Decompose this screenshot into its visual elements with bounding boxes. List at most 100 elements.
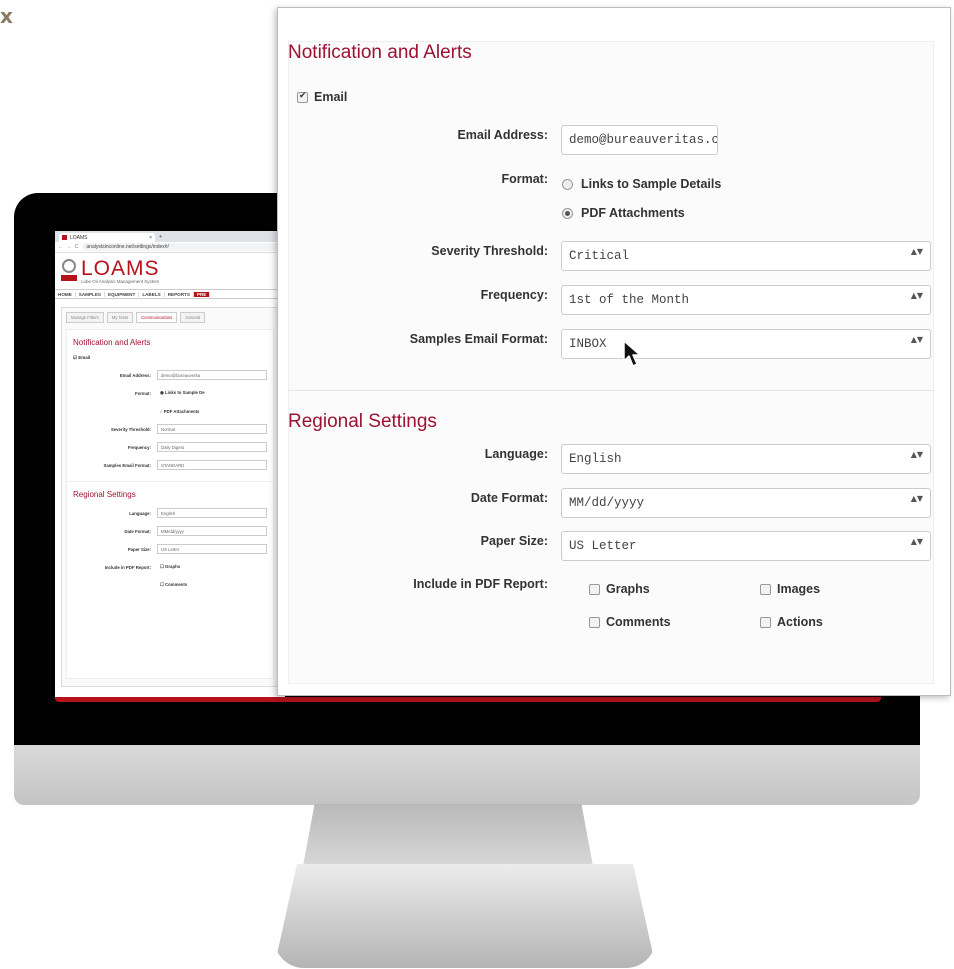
samples-email-format-select[interactable]: INBOX ▲▼ <box>561 329 931 359</box>
tab-general[interactable]: General <box>180 312 206 323</box>
select-value: INBOX <box>569 337 607 351</box>
small-form-row: Severity Threshold: Normal <box>73 423 267 435</box>
monitor-stand-base <box>274 864 656 968</box>
email-checkbox[interactable]: Email <box>297 90 347 104</box>
small-severity-select[interactable]: Normal <box>157 424 267 434</box>
mouse-pointer-icon <box>623 340 641 367</box>
select-value: English <box>569 452 622 466</box>
checkbox-unchecked-icon <box>760 583 771 595</box>
small-date-format-select[interactable]: MM/dd/yyyy <box>157 526 267 536</box>
small-format-radio[interactable]: ○ PDF Attachments <box>157 409 199 414</box>
format-option-label: Links to Sample Details <box>581 177 722 191</box>
small-email-checkbox[interactable]: ☑ Email <box>73 355 267 361</box>
small-form-row: ○ PDF Attachments <box>73 405 267 417</box>
date-format-select[interactable]: MM/dd/yyyy ▲▼ <box>561 488 931 518</box>
address-bar[interactable]: analystsinconline.net/settings/index#/ <box>82 243 282 251</box>
samples-email-format-label: Samples Email Format: <box>409 332 548 346</box>
images-checkbox[interactable]: Images <box>760 582 820 596</box>
nav-labels[interactable]: LABELS <box>139 291 165 297</box>
regional-section-title: Regional Settings <box>288 411 437 432</box>
browser-tab[interactable]: LOAMS × <box>59 233 155 242</box>
small-notifications-title: Notification and Alerts <box>73 338 151 347</box>
frequency-label: Frequency: <box>480 288 548 302</box>
email-address-input[interactable]: demo@bureauveritas.cor <box>561 125 718 155</box>
date-format-label: Date Format: <box>470 491 548 505</box>
app-logo-subtitle: Lube Oil Analysis Management System <box>81 278 160 284</box>
select-value: MM/dd/yyyy <box>569 496 645 510</box>
monitor-chin <box>14 745 920 805</box>
select-arrows-icon: ▲▼ <box>910 335 923 344</box>
select-arrows-icon: ▲▼ <box>910 450 923 459</box>
checkbox-checked-icon <box>297 91 308 103</box>
monitor-stand-neck <box>303 804 593 866</box>
small-graphs-checkbox[interactable]: ☐ Graphs <box>157 564 180 570</box>
small-samples-format-select[interactable]: STANDARD <box>157 460 267 470</box>
select-arrows-icon: ▲▼ <box>910 494 923 503</box>
format-radio-pdf[interactable]: PDF Attachments <box>562 206 685 220</box>
small-form-row: Include in PDF Report: ☐ Graphs <box>104 564 181 570</box>
radio-selected-icon <box>562 207 573 219</box>
browser-nav-icons[interactable]: ← → C <box>58 244 79 250</box>
marketing-illustration: x LOAMS × + ← → C analystsinconline.net/… <box>0 0 954 969</box>
paper-size-label: Paper Size: <box>480 534 548 548</box>
checkbox-label: Actions <box>777 615 823 629</box>
small-form-row: Format: ◉ Links to Sample De <box>135 390 205 396</box>
select-arrows-icon: ▲▼ <box>910 291 923 300</box>
small-regional-title: Regional Settings <box>73 490 136 499</box>
small-form-row: Date Format: MM/dd/yyyy <box>73 525 267 537</box>
small-language-select[interactable]: English <box>157 508 267 518</box>
severity-threshold-select[interactable]: Critical ▲▼ <box>561 241 931 271</box>
language-select[interactable]: English ▲▼ <box>561 444 931 474</box>
nav-equipment[interactable]: EQUIPMENT <box>105 291 140 297</box>
select-value: Critical <box>569 249 630 263</box>
small-paper-size-select[interactable]: US Letter <box>157 544 267 554</box>
bureau-veritas-logo-icon <box>61 259 77 283</box>
select-arrows-icon: ▲▼ <box>910 247 923 256</box>
format-radio-links[interactable]: Links to Sample Details <box>562 177 721 191</box>
checkbox-label: Comments <box>606 615 671 629</box>
new-tab-icon[interactable]: + <box>159 234 162 240</box>
tab-manage-filters[interactable]: Manage Filters <box>66 312 104 323</box>
small-frequency-select[interactable]: Daily Digest <box>157 442 267 452</box>
email-checkbox-label: Email <box>314 90 348 104</box>
small-format-radio[interactable]: ◉ Links to Sample De <box>157 390 205 396</box>
language-label: Language: <box>484 447 548 461</box>
nav-samples[interactable]: SAMPLES <box>76 291 105 297</box>
radio-unselected-icon <box>562 178 573 190</box>
nav-reports[interactable]: REPORTS <box>165 291 194 297</box>
small-email-input[interactable]: demo@bureauverita <box>157 370 267 380</box>
small-comments-checkbox[interactable]: ☐ Comments <box>157 582 187 588</box>
small-form-row: ☐ Comments <box>73 579 267 591</box>
settings-panel-zoomed: Notification and Alerts Email Email Addr… <box>277 7 951 696</box>
background-app-screen: LOAMS × + ← → C analystsinconline.net/se… <box>55 231 285 699</box>
tab-close-icon[interactable]: × <box>149 235 152 241</box>
app-header: LOAMS Lube Oil Analysis Management Syste… <box>55 253 285 289</box>
checkbox-label: Images <box>777 582 821 596</box>
settings-panel-small: Manage Filters My Tests Communications G… <box>61 307 279 687</box>
frequency-select[interactable]: 1st of the Month ▲▼ <box>561 285 931 315</box>
paper-size-select[interactable]: US Letter ▲▼ <box>561 531 931 561</box>
browser-address-row: ← → C analystsinconline.net/settings/ind… <box>55 242 285 253</box>
graphs-checkbox[interactable]: Graphs <box>589 582 650 596</box>
settings-content-small: Notification and Alerts ☑ Email Email Ad… <box>66 329 274 679</box>
select-value: 1st of the Month <box>569 293 690 307</box>
nav-preferences[interactable]: PRE <box>193 291 211 297</box>
checkbox-unchecked-icon <box>760 616 771 628</box>
tab-my-tests[interactable]: My Tests <box>106 312 134 323</box>
tab-communications[interactable]: Communications <box>136 312 178 323</box>
comments-checkbox[interactable]: Comments <box>589 615 671 629</box>
severity-threshold-label: Severity Threshold: <box>431 244 548 258</box>
settings-subtabs: Manage Filters My Tests Communications G… <box>66 312 274 323</box>
select-arrows-icon: ▲▼ <box>910 537 923 546</box>
format-option-label: PDF Attachments <box>581 206 685 220</box>
small-form-row: Email Address: demo@bureauverita <box>73 369 267 381</box>
small-form-row: Language: English <box>73 507 267 519</box>
checkbox-label: Graphs <box>606 582 650 596</box>
monitor-red-accent-line <box>55 697 881 702</box>
include-pdf-report-label: Include in PDF Report: <box>413 577 548 591</box>
format-label: Format: <box>501 172 548 186</box>
small-form-row: Samples Email Format: STANDARD <box>73 459 267 471</box>
actions-checkbox[interactable]: Actions <box>760 615 823 629</box>
browser-tab-title: LOAMS <box>70 234 88 241</box>
nav-home[interactable]: HOME <box>55 291 76 297</box>
